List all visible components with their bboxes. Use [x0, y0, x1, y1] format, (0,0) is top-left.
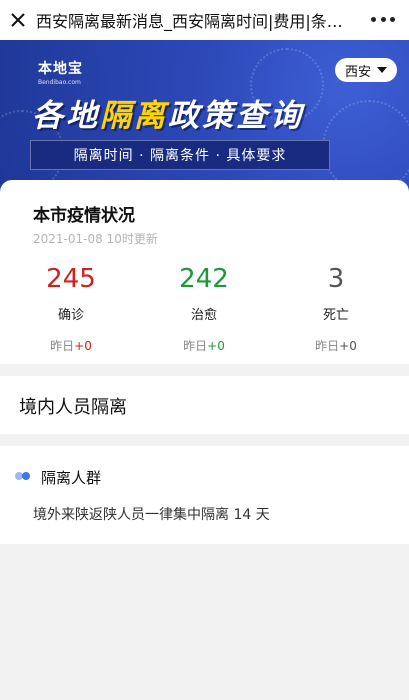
bullet-icon — [15, 472, 30, 480]
more-dot-icon — [371, 16, 376, 22]
close-icon — [11, 13, 25, 27]
group-title: 隔离人群 — [41, 469, 102, 487]
yesterday-delta: +0 — [74, 339, 92, 353]
stat-confirmed: 245 确诊 昨日+0 — [21, 264, 121, 354]
stat-value: 3 — [327, 264, 345, 294]
epidemic-status-card: 本市疫情状况 2021-01-08 10时更新 245 确诊 昨日+0 242 … — [0, 180, 409, 364]
yesterday-delta: +0 — [339, 339, 357, 353]
banner: 本地宝 Bendibao.com 西安 各地隔离政策查询 隔离时间 · 隔离条件… — [0, 40, 409, 198]
yesterday-label: 昨日 — [50, 339, 75, 353]
city-selector[interactable]: 西安 — [334, 58, 397, 82]
more-button[interactable] — [371, 10, 395, 28]
city-label: 西安 — [344, 64, 371, 80]
headline-highlight: 隔离 — [100, 98, 168, 134]
stat-label: 死亡 — [322, 308, 349, 323]
stat-value: 245 — [46, 264, 96, 294]
update-time: 2021-01-08 10时更新 — [33, 232, 158, 246]
group-text: 境外来陕返陕人员一律集中隔离 14 天 — [33, 507, 270, 523]
section-title: 境内人员隔离 — [19, 397, 127, 418]
stat-label: 治愈 — [190, 308, 217, 323]
stat-yesterday: 昨日+0 — [21, 337, 121, 354]
logo-text: 本地宝 — [38, 61, 83, 77]
headline-part: 各地 — [32, 98, 100, 134]
stat-deaths: 3 死亡 昨日+0 — [286, 264, 386, 354]
banner-subtitle: 隔离时间 · 隔离条件 · 具体要求 — [30, 140, 330, 170]
stat-yesterday: 昨日+0 — [154, 337, 254, 354]
close-button[interactable] — [0, 0, 36, 40]
page-title: 西安隔离最新消息_西安隔离时间|费用|条件|政策 — [36, 12, 346, 31]
status-title: 本市疫情状况 — [33, 206, 135, 226]
stat-cured: 242 治愈 昨日+0 — [154, 264, 254, 354]
more-dot-icon — [380, 16, 386, 22]
top-bar: 西安隔离最新消息_西安隔离时间|费用|条件|政策 — [0, 0, 409, 40]
more-dot-icon — [390, 16, 395, 22]
bendibao-logo: 本地宝 Bendibao.com — [38, 58, 83, 86]
logo-subtext: Bendibao.com — [38, 79, 81, 86]
banner-headline: 各地隔离政策查询 — [32, 90, 304, 135]
stat-value: 242 — [179, 264, 229, 294]
domestic-isolation-section[interactable]: 境内人员隔离 — [0, 376, 409, 434]
yesterday-label: 昨日 — [183, 339, 208, 353]
isolation-group-section: 隔离人群 境外来陕返陕人员一律集中隔离 14 天 — [0, 446, 409, 544]
yesterday-delta: +0 — [207, 339, 225, 353]
headline-part: 政策查询 — [168, 98, 304, 134]
chevron-down-icon — [377, 67, 387, 73]
stat-yesterday: 昨日+0 — [286, 337, 386, 354]
yesterday-label: 昨日 — [315, 339, 340, 353]
stat-label: 确诊 — [57, 308, 84, 323]
